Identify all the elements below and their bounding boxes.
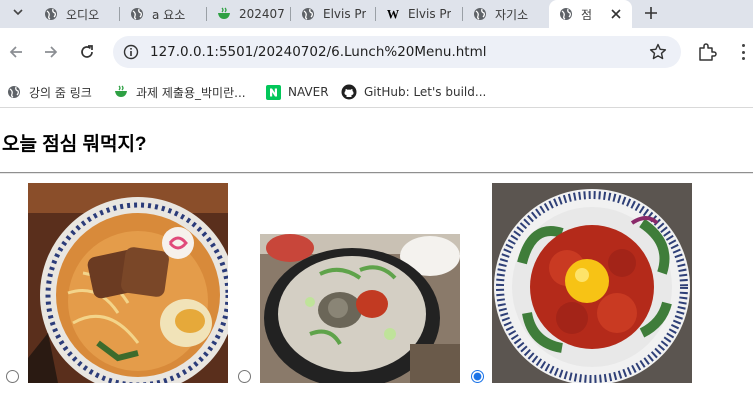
bookmark-lecture-zoom[interactable]: 강의 줌 링크 — [6, 82, 92, 102]
address-bar[interactable]: 127.0.0.1:5501/20240702/6.Lunch%20Menu.h… — [113, 36, 681, 68]
bookmark-label: 강의 줌 링크 — [29, 85, 92, 100]
bookmark-label: 과제 제출용_박미란... — [136, 85, 246, 100]
svg-text:W: W — [387, 7, 400, 21]
ramen-image — [28, 183, 228, 383]
menu-radio-ramen[interactable] — [6, 370, 19, 383]
tab-title: 자기소 — [495, 7, 529, 22]
wikipedia-icon: W — [386, 7, 400, 21]
bookmark-star-icon[interactable] — [649, 43, 667, 61]
tab-title: 오디오 — [66, 7, 100, 22]
tab-title: 202407 — [239, 7, 285, 21]
github-icon — [341, 84, 357, 100]
tab-elvis-1[interactable]: Elvis Pr — [291, 0, 376, 28]
bookmark-naver[interactable]: NAVER — [265, 82, 329, 102]
tab-audio[interactable]: 오디오 — [34, 0, 120, 28]
teacup-icon — [217, 7, 231, 21]
tab-self-intro[interactable]: 자기소 — [463, 0, 548, 28]
extensions-icon[interactable] — [697, 42, 717, 62]
yukhoe-image — [492, 183, 692, 383]
bookmark-label: NAVER — [288, 85, 329, 99]
tab-strip: 오디오 a 요소 202407 Elvis Pr W Elvis Pr 자기소 … — [0, 0, 753, 28]
teacup-icon — [113, 84, 129, 100]
browser-toolbar: 127.0.0.1:5501/20240702/6.Lunch%20Menu.h… — [0, 28, 753, 76]
tab-search-icon[interactable] — [8, 2, 28, 22]
globe-icon — [473, 7, 487, 21]
page-title: 오늘 점심 뭐먹지? — [2, 134, 147, 155]
globe-icon — [559, 7, 573, 21]
menu-button[interactable] — [738, 42, 748, 62]
tab-elvis-2[interactable]: W Elvis Pr — [376, 0, 463, 28]
gukbap-image — [260, 234, 460, 383]
reload-icon — [81, 45, 93, 58]
arrow-left-icon — [9, 46, 22, 58]
globe-icon — [6, 84, 22, 100]
plus-icon — [645, 7, 657, 19]
tab-lunch-menu[interactable]: 점 — [549, 0, 632, 28]
tab-title: Elvis Pr — [323, 7, 367, 21]
arrow-right-icon — [45, 46, 58, 58]
menu-radio-gukbap[interactable] — [238, 370, 251, 383]
tab-a-element[interactable]: a 요소 — [120, 0, 207, 28]
bookmarks-bar: 강의 줌 링크 과제 제출용_박미란... NAVER GitHub: Let'… — [0, 76, 753, 108]
globe-icon — [44, 7, 58, 21]
tab-202407[interactable]: 202407 — [207, 0, 291, 28]
forward-button[interactable] — [39, 40, 63, 64]
bookmark-assignment[interactable]: 과제 제출용_박미란... — [113, 82, 246, 102]
close-icon[interactable] — [608, 6, 624, 22]
back-button[interactable] — [4, 40, 28, 64]
tab-title: Elvis Pr — [408, 7, 452, 21]
globe-icon — [130, 7, 144, 21]
url-text[interactable]: 127.0.0.1:5501/20240702/6.Lunch%20Menu.h… — [150, 44, 487, 60]
tab-title: a 요소 — [152, 7, 186, 22]
reload-button[interactable] — [75, 40, 99, 64]
menu-radio-yukhoe[interactable] — [471, 370, 484, 383]
bookmark-label: GitHub: Let's build... — [364, 85, 487, 99]
site-info-icon[interactable] — [123, 44, 139, 60]
globe-icon — [301, 7, 315, 21]
naver-icon — [265, 84, 281, 100]
bookmark-github[interactable]: GitHub: Let's build... — [341, 82, 486, 102]
tab-title: 점 — [581, 7, 593, 22]
new-tab-button[interactable] — [640, 2, 662, 24]
horizontal-rule — [0, 172, 753, 174]
